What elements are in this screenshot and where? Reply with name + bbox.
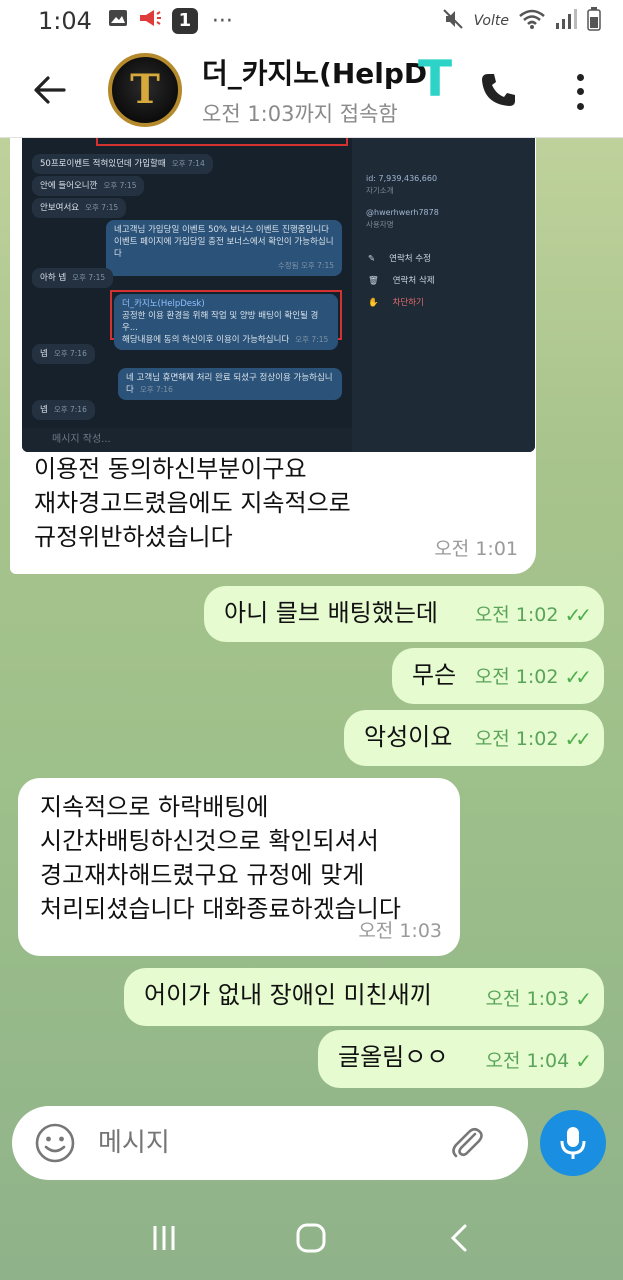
message-text: 어이가 없내 장애인 미친새끼 (144, 981, 432, 1009)
home-icon (296, 1223, 326, 1253)
embedded-message: 안보여서요 오후 7:15 (32, 198, 127, 218)
message-meta: 오전 1:02 ✓✓ (474, 722, 592, 756)
message-input[interactable] (98, 1128, 438, 1158)
last-seen-status: 오전 1:03까지 접속함 (202, 101, 398, 126)
call-button[interactable] (478, 70, 522, 114)
emoji-icon[interactable] (34, 1122, 76, 1164)
embedded-profile-pane: id: 7,939,436,660 자기소개 @hwerhwerh7878 사용… (352, 138, 535, 452)
chat-area[interactable]: 50프로이벤트 적혀있던데 가입할때 오후 7:14 안에 들어오니깐 오후 7:1… (0, 138, 623, 1103)
message-outgoing[interactable]: 글올림ㅇㅇ 오전 1:04 ✓ (318, 1030, 604, 1088)
check-icon: ✓ (575, 987, 592, 1011)
overlay-logo-mark: T (418, 50, 453, 108)
signal-icon (555, 8, 577, 35)
embedded-chat-pane: 50프로이벤트 적혀있던데 가입할때 오후 7:14 안에 들어오니깐 오후 7:1… (22, 138, 352, 428)
message-time: 오전 1:04 (485, 1050, 570, 1072)
dot-icon (576, 103, 584, 111)
more-options-button[interactable] (568, 70, 592, 114)
mute-icon (442, 8, 464, 35)
status-right: Volte (442, 6, 601, 36)
battery-icon (587, 6, 601, 36)
chat-title-block[interactable]: 더_카지노(HelpD 오전 1:03까지 접속함 (202, 52, 452, 128)
embedded-message: 넵 오후 7:16 (32, 344, 95, 364)
double-check-icon: ✓✓ (564, 665, 591, 689)
dot-icon (576, 73, 584, 81)
home-button[interactable] (291, 1218, 331, 1258)
chat-header: T 더_카지노(HelpD 오전 1:03까지 접속함 (0, 42, 623, 138)
microphone-icon (560, 1127, 586, 1159)
microphone-button[interactable] (540, 1110, 606, 1176)
avatar[interactable]: T (108, 52, 182, 127)
back-button[interactable] (22, 62, 78, 118)
message-time: 오전 1:02 (474, 666, 559, 688)
chat-title: 더_카지노(HelpD (202, 56, 428, 90)
embedded-input-bar: 메시지 작성... (22, 428, 352, 452)
status-time: 1:04 (38, 7, 92, 35)
notification-badge: 1 (171, 8, 198, 34)
message-outgoing[interactable]: 무슨 오전 1:02 ✓✓ (392, 648, 604, 704)
wifi-icon (519, 8, 545, 35)
status-bar: 1:04 1 ··· Volte (0, 0, 623, 42)
back-nav-button[interactable] (439, 1218, 479, 1258)
chevron-left-icon (451, 1224, 467, 1252)
embedded-message: 넵 오후 7:16 (32, 400, 95, 420)
megaphone-notification-icon (138, 8, 162, 34)
message-time: 오전 1:01 (434, 538, 518, 560)
double-check-icon: ✓✓ (564, 603, 591, 627)
recent-apps-button[interactable] (144, 1218, 184, 1258)
message-time: 오전 1:03 (358, 920, 442, 942)
double-check-icon: ✓✓ (564, 727, 591, 751)
message-meta: 오전 1:04 ✓ (485, 1044, 592, 1078)
embedded-message: 아하 넵 오후 7:15 (32, 268, 114, 288)
message-text: 무슨 (412, 661, 457, 689)
paperclip-icon[interactable] (448, 1124, 486, 1162)
embedded-message: 네고객님 가입당일 이벤트 50% 보너스 이벤트 진행중입니다 이벤트 페이지… (106, 220, 342, 276)
highlight-box-top (96, 138, 348, 146)
embedded-block-user: ✋ 차단하기 (368, 286, 424, 320)
check-icon: ✓ (575, 1049, 592, 1073)
embedded-message: 안에 들어오니깐 오후 7:15 (32, 176, 145, 196)
avatar-letter: T (130, 66, 160, 113)
dot-icon (576, 88, 584, 96)
message-meta: 오전 1:02 ✓✓ (474, 598, 592, 632)
message-text: 지속적으로 하락배팅에 시간차배팅하신것으로 확인되셔서 경고재차해드렸구요 규… (40, 793, 401, 923)
message-meta: 오전 1:03 ✓ (485, 982, 592, 1016)
embedded-message: 네 고객님 휴면해제 처리 완료 되셨구 정상이용 가능하십니다 오후 7:16 (118, 368, 342, 400)
message-meta: 오전 1:02 ✓✓ (474, 660, 592, 694)
embedded-username-label: 사용자명 (366, 220, 394, 229)
volte-label: Volte (473, 13, 509, 29)
message-text: 아니 믈브 배팅했는데 (224, 599, 438, 627)
message-text: 이용전 동의하신부분이구요 재차경고드렸음에도 지속적으로 규정위반하셨습니다 (34, 455, 351, 551)
message-outgoing[interactable]: 아니 믈브 배팅했는데 오전 1:02 ✓✓ (204, 586, 604, 642)
message-incoming[interactable]: 지속적으로 하락배팅에 시간차배팅하신것으로 확인되셔서 경고재차해드렸구요 규… (18, 778, 460, 956)
message-time: 오전 1:02 (474, 604, 559, 626)
back-arrow-icon (34, 75, 66, 104)
message-time: 오전 1:03 (485, 988, 570, 1010)
message-composer (12, 1106, 528, 1180)
hand-icon: ✋ (368, 298, 379, 308)
message-time: 오전 1:02 (474, 728, 559, 750)
embedded-screenshot[interactable]: 50프로이벤트 적혀있던데 가입할때 오후 7:14 안에 들어오니깐 오후 7:1… (22, 138, 535, 452)
message-text: 악성이요 (364, 723, 453, 751)
recent-apps-icon (153, 1226, 175, 1250)
message-text: 글올림ㅇㅇ (338, 1043, 449, 1071)
message-outgoing[interactable]: 악성이요 오전 1:02 ✓✓ (344, 710, 604, 766)
more-notifications: ··· (211, 8, 233, 34)
gallery-notification-icon (108, 8, 128, 34)
system-navbar (0, 1196, 623, 1280)
message-outgoing[interactable]: 어이가 없내 장애인 미친새끼 오전 1:03 ✓ (124, 968, 604, 1026)
embedded-quoted-message: 더_카지노(HelpDesk) 공정한 이용 환경을 위해 작업 및 양방 배팅… (114, 294, 338, 350)
message-incoming-with-image[interactable]: 50프로이벤트 적혀있던데 가입할때 오후 7:14 안에 들어오니깐 오후 7:1… (10, 138, 536, 574)
embedded-message: 50프로이벤트 적혀있던데 가입할때 오후 7:14 (32, 154, 213, 174)
phone-icon (482, 74, 515, 106)
